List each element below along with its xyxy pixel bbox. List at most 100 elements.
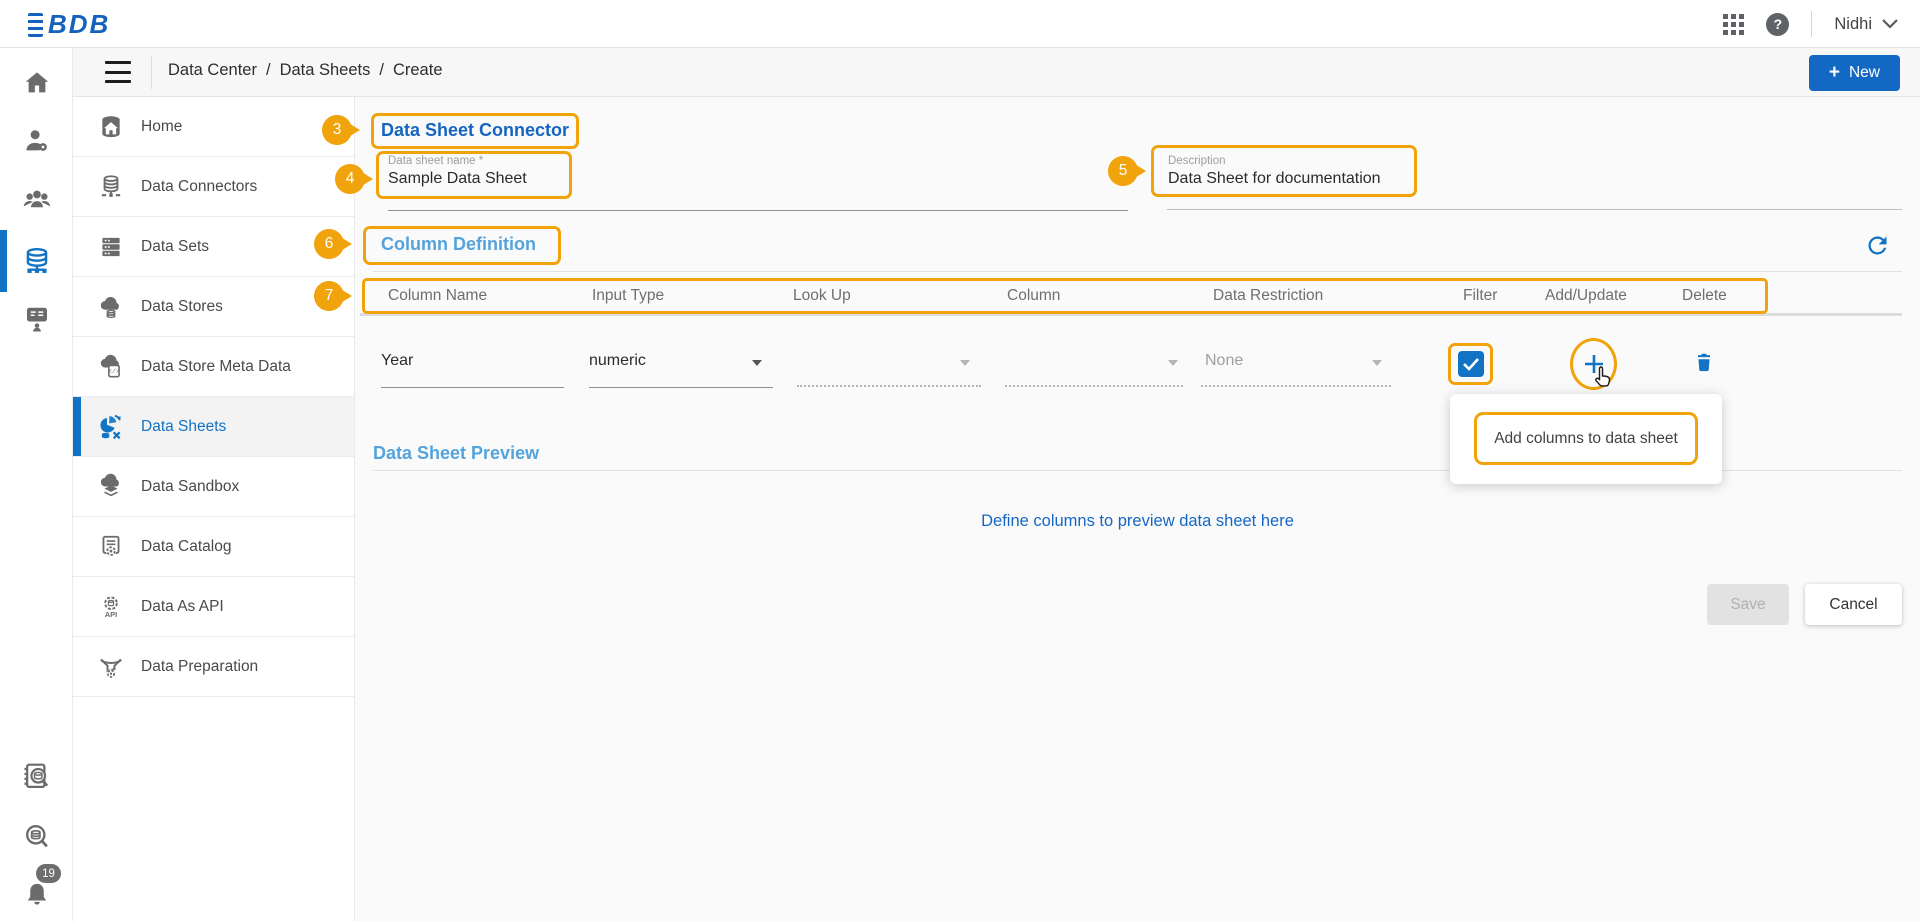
- sidebar-item-label: Data Preparation: [141, 658, 258, 676]
- sidebar-item-label: Data Sets: [141, 238, 209, 256]
- sidebar-item-data-store-meta-data[interactable]: </> Data Store Meta Data: [73, 337, 354, 397]
- data-preparation-icon: [93, 652, 129, 682]
- delete-column-button[interactable]: [1692, 351, 1716, 378]
- page-header: Data Center / Data Sheets / Create + New: [73, 48, 1920, 97]
- look-up-arrow-icon: [960, 360, 970, 366]
- cancel-button[interactable]: Cancel: [1805, 584, 1902, 625]
- data-sheet-name-label: Data sheet name *: [388, 155, 483, 167]
- rail-data-center-icon[interactable]: [18, 243, 55, 280]
- breadcrumb-separator: /: [379, 61, 384, 80]
- chevron-down-icon: [1882, 19, 1898, 29]
- breadcrumb-item[interactable]: Data Center: [168, 61, 257, 80]
- column-header: Input Type: [592, 287, 664, 305]
- sidebar-item-label: Data Stores: [141, 298, 223, 316]
- app-window: BDB ? Nidhi Data Center / Data Sheets / …: [0, 0, 1920, 921]
- data-catalog-icon: [93, 533, 129, 561]
- input-type-select[interactable]: numeric: [589, 352, 646, 370]
- column-arrow-icon: [1168, 360, 1178, 366]
- trash-icon: [1692, 351, 1716, 375]
- rail-users-icon[interactable]: [18, 180, 55, 217]
- sidebar-item-label: Data Sandbox: [141, 478, 239, 496]
- data-sets-icon: [93, 233, 129, 261]
- header-row-divider: [360, 313, 1902, 316]
- sidebar-item-label: Data Catalog: [141, 538, 231, 556]
- column-header: Add/Update: [1545, 287, 1627, 305]
- breadcrumb-item[interactable]: Data Sheets: [280, 61, 371, 80]
- plus-icon: +: [1829, 62, 1840, 84]
- section-divider: [373, 271, 1902, 272]
- column-name-underline: [381, 387, 564, 388]
- sidebar-item-label: Data Connectors: [141, 178, 257, 196]
- sidebar-item-home[interactable]: Home: [73, 97, 354, 157]
- rail-home-icon[interactable]: [18, 64, 55, 101]
- data-restriction-underline: [1201, 385, 1391, 387]
- help-icon[interactable]: ?: [1766, 13, 1789, 36]
- sidebar-item-label: Home: [141, 118, 182, 136]
- sidebar-item-data-as-api[interactable]: API Data As API: [73, 577, 354, 637]
- data-stores-icon: [93, 293, 129, 321]
- section-title-data-sheet-preview: Data Sheet Preview: [373, 443, 539, 464]
- description-input-underline: [1167, 209, 1902, 210]
- data-sandbox-icon: [93, 473, 129, 501]
- input-type-underline: [589, 387, 773, 388]
- column-header: Look Up: [793, 287, 851, 305]
- rail-data-audit-icon[interactable]: [18, 758, 55, 795]
- column-header: Filter: [1463, 287, 1497, 305]
- user-menu[interactable]: Nidhi: [1834, 15, 1898, 34]
- menu-toggle-icon[interactable]: [105, 61, 131, 83]
- annotation-marker: 4: [335, 164, 365, 194]
- data-as-api-icon: API: [93, 593, 129, 621]
- filter-checkbox[interactable]: [1458, 351, 1484, 377]
- column-select: [1005, 385, 1183, 387]
- annotation-marker: 5: [1108, 156, 1138, 186]
- description-input[interactable]: [1168, 170, 1768, 188]
- rail-feedback-icon[interactable]: [18, 300, 55, 337]
- breadcrumb-separator: /: [266, 61, 271, 80]
- home-db-icon: [93, 112, 129, 142]
- data-store-meta-data-icon: </>: [93, 353, 129, 381]
- column-name-input[interactable]: Year: [381, 352, 413, 370]
- input-type-arrow-icon[interactable]: [752, 360, 762, 366]
- section-title-column-definition: Column Definition: [381, 234, 536, 255]
- data-sheet-name-input[interactable]: [388, 170, 988, 188]
- breadcrumb-item[interactable]: Create: [393, 61, 443, 80]
- column-header: Data Restriction: [1213, 287, 1323, 305]
- sidebar-item-label: Data Store Meta Data: [141, 358, 291, 376]
- sidebar-item-data-preparation[interactable]: Data Preparation: [73, 637, 354, 697]
- top-bar: BDB ? Nidhi: [0, 0, 1920, 48]
- sidebar-item-data-stores[interactable]: Data Stores: [73, 277, 354, 337]
- apps-grid-icon[interactable]: [1723, 14, 1744, 35]
- name-input-underline: [388, 210, 1128, 211]
- sidebar-item-data-sandbox[interactable]: Data Sandbox: [73, 457, 354, 517]
- description-label: Description: [1168, 155, 1226, 167]
- tooltip-card: Add columns to data sheet: [1450, 394, 1722, 484]
- sidebar-item-data-connectors[interactable]: Data Connectors: [73, 157, 354, 217]
- data-restriction-select[interactable]: None: [1205, 352, 1243, 370]
- save-button[interactable]: Save: [1707, 584, 1789, 625]
- annotation-marker: 3: [322, 115, 352, 145]
- add-icon: [1582, 352, 1606, 376]
- rail-active-indicator: [0, 230, 7, 292]
- check-icon: [1462, 357, 1480, 371]
- user-name: Nidhi: [1834, 15, 1872, 34]
- data-sheets-icon: [93, 412, 129, 442]
- new-button[interactable]: + New: [1809, 55, 1900, 91]
- notification-badge: 19: [36, 864, 61, 883]
- sidebar-item-label: Data Sheets: [141, 418, 226, 436]
- rail-admin-icon[interactable]: [18, 122, 55, 159]
- sidebar-item-data-catalog[interactable]: Data Catalog: [73, 517, 354, 577]
- add-column-button[interactable]: [1582, 352, 1606, 379]
- sidebar-item-data-sheets[interactable]: Data Sheets: [73, 397, 354, 457]
- logo-text: BDB: [48, 9, 110, 40]
- tooltip-text: Add columns to data sheet: [1474, 412, 1698, 465]
- sidebar-item-data-sets[interactable]: Data Sets: [73, 217, 354, 277]
- rail-data-search-icon[interactable]: [18, 818, 55, 855]
- bdb-logo[interactable]: BDB: [28, 9, 110, 40]
- refresh-icon[interactable]: [1864, 232, 1891, 262]
- annotation-marker: 7: [314, 281, 344, 311]
- new-button-label: New: [1849, 64, 1880, 82]
- svg-text:</>: </>: [108, 368, 120, 375]
- data-restriction-arrow-icon: [1372, 360, 1382, 366]
- breadcrumb: Data Center / Data Sheets / Create: [168, 61, 443, 80]
- annotation-marker: 6: [314, 229, 344, 259]
